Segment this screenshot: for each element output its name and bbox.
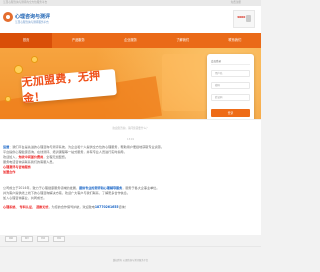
chat-action-buttons: 回复 留言 转接 结束	[5, 236, 65, 242]
chat-line: 加盟合作	[3, 170, 16, 175]
nav-item-contact[interactable]: 联系我们	[209, 33, 261, 48]
brand-logo	[3, 12, 13, 22]
chat-line: 加入心理咨询事业，共同成长。	[3, 196, 47, 201]
chat-time: 13:19	[127, 138, 134, 141]
chat-line-text: ，为您的合作保驾护航，欢迎致电	[48, 205, 95, 209]
username-input[interactable]: 用户名	[211, 70, 250, 77]
footer-text: 版权所有 心理咨询与测评服务平台	[112, 259, 149, 262]
chat-dialog: 欢迎您咨询，请问您需要什么？ 13:19 运营：我们平台是先进的心理咨询与测评系…	[0, 119, 261, 235]
brand-subtitle: 江西心理咨询与测评服务平台	[15, 21, 49, 24]
reply-button[interactable]: 回复	[5, 236, 17, 242]
phone-label: 4000	[237, 15, 246, 19]
chat-line-highlight: 18770261655	[94, 205, 119, 209]
login-panel: 会员登录 用户名 密码 验证码 登录	[207, 54, 254, 124]
nav-item-home[interactable]: 首页	[0, 33, 53, 48]
chat-line-highlight: 提供专业的测评和心理辅导服务	[78, 186, 123, 190]
page: 江西心理咨询与测评的全方位服务平台 免费注册 心理咨询与测评 江西心理咨询与测评…	[0, 0, 261, 272]
chat-line-text: 平台提供心理健康咨询、在线测评、培训课程等一站式服务，并有专业人员进行实时指导。	[3, 150, 127, 154]
chat-line-text: 咨询！	[118, 205, 128, 209]
phone-box: 4000	[233, 10, 255, 28]
coin-icon	[31, 56, 38, 63]
chat-line-highlight: 免收中间差价费用	[18, 155, 44, 159]
coin-icon	[14, 65, 23, 74]
nav-item-about[interactable]: 了解我们	[157, 33, 209, 48]
site-footer: 版权所有 心理咨询与测评服务平台	[0, 246, 261, 272]
nav-item-services[interactable]: 企业服务	[104, 33, 156, 48]
captcha-input[interactable]: 验证码	[211, 94, 250, 101]
chat-title: 欢迎您咨询，请问您需要什么？	[112, 127, 149, 130]
transfer-button[interactable]: 转接	[37, 236, 49, 242]
message-button[interactable]: 留言	[21, 236, 33, 242]
chat-line-highlight: 加盟合作	[3, 170, 16, 174]
coin-icon	[5, 96, 11, 102]
main-nav: 首页 产品服务 企业服务 了解我们 联系我们	[0, 33, 261, 48]
brand-name: 心理咨询与测评	[15, 14, 51, 20]
chat-line-text: 服务电话咨询请联系我们的客服人员。	[3, 160, 56, 164]
chat-line-text: 公司成立于2014年，致力于心理健康服务领域的发展，	[3, 186, 79, 190]
chat-line-highlight: 心理测评与咨询服务	[3, 165, 31, 169]
chat-line-text: 加入心理咨询事业，共同成长。	[3, 196, 47, 200]
chat-line-text: ，全程无加盟费。	[43, 155, 68, 159]
end-button[interactable]: 结束	[53, 236, 65, 242]
login-tab[interactable]: 会员登录	[211, 59, 250, 65]
login-button[interactable]: 登录	[211, 109, 250, 117]
chat-line: 心理系统、 专科认证、 退款无忧，为您的合作保驾护航，欢迎致电187702616…	[3, 205, 128, 210]
chat-line-text: 并为客户提供线上线下的心理咨询解决方案，欢迎广大客户与我们联系，了解更多合作信息…	[3, 191, 130, 195]
chat-line-text: 欢迎加入，	[3, 155, 19, 159]
chat-line-highlight: 心理系统、 专科认证、 退款无忧	[3, 205, 49, 209]
site-header: 心理咨询与测评 江西心理咨询与测评服务平台 4000	[0, 6, 261, 33]
nav-item-products[interactable]: 产品服务	[52, 33, 104, 48]
promo-badge: 无加盟费，无押金！	[21, 68, 117, 105]
chat-line-text: ：我们平台是先进的心理咨询与测评系统，为企业和个人提供全方位的心理服务，帮助用户…	[9, 145, 164, 149]
password-input[interactable]: 密码	[211, 82, 250, 89]
gift-graphic	[162, 54, 207, 111]
chat-line-text: ，服务于各大企事业单位。	[122, 186, 160, 190]
